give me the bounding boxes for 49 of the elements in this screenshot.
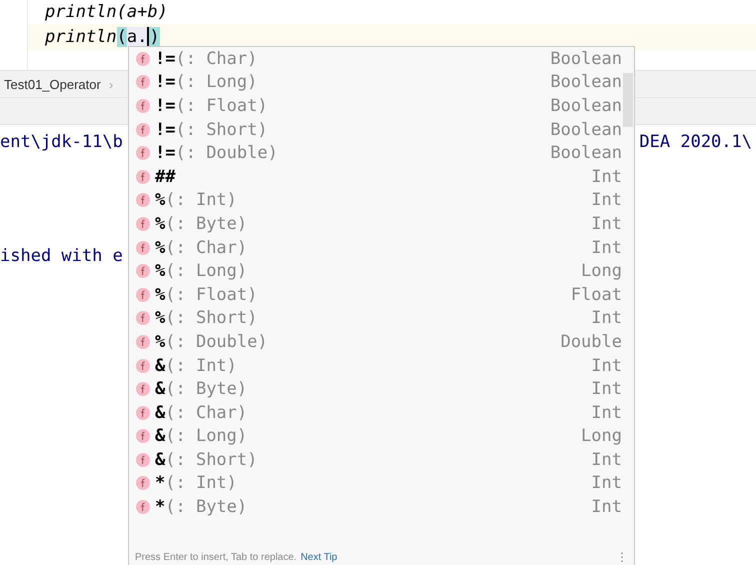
breadcrumb-separator: › (108, 76, 114, 92)
function-icon (136, 382, 150, 396)
completion-item[interactable]: &(: Char) Int (129, 400, 634, 424)
function-icon (136, 452, 150, 467)
function-icon (136, 334, 150, 349)
completion-item[interactable]: %(: Byte) Int (129, 212, 634, 236)
completion-item[interactable]: &(: Long) Long (129, 424, 634, 448)
breadcrumb-item[interactable]: Test01_Operator (4, 76, 101, 92)
console-text: ent\jdk-11\b (0, 131, 123, 154)
function-icon (136, 170, 150, 184)
completion-item[interactable]: %(: Double) Double (129, 330, 634, 354)
completion-item[interactable]: *(: Int) Int (129, 472, 634, 496)
console-text: DEA 2020.1\ (639, 131, 753, 154)
completion-item[interactable]: %(: Char) Int (129, 236, 634, 260)
completion-item[interactable]: !=(: Float) Boolean (129, 94, 634, 118)
function-icon (136, 311, 150, 326)
function-icon (136, 476, 150, 490)
completion-item[interactable]: &(: Int) Int (129, 354, 634, 378)
function-icon (136, 216, 150, 231)
function-icon (136, 358, 150, 373)
code-line: println(a+b) (44, 1, 169, 24)
completion-item[interactable]: &(: Short) Int (129, 448, 634, 472)
scrollbar-thumb[interactable] (623, 73, 633, 127)
function-icon (136, 122, 150, 137)
completion-item[interactable]: &(: Byte) Int (129, 377, 634, 401)
completion-item[interactable]: %(: Float) Float (129, 282, 634, 307)
completion-item[interactable]: !=(: Long) Boolean (129, 70, 634, 94)
function-icon (136, 429, 150, 444)
completion-item[interactable]: %(: Long) Long (129, 259, 634, 283)
console-text: ished with e (0, 245, 124, 268)
function-icon (136, 288, 150, 302)
function-icon (136, 146, 150, 160)
completion-item[interactable]: !=(: Char) Boolean (129, 47, 634, 71)
function-icon (136, 98, 150, 113)
completion-item[interactable]: !=(: Short) Boolean (129, 118, 634, 142)
hint-text: Press Enter to insert, Tab to replace. (135, 552, 297, 562)
completion-item[interactable]: %(: Short) Int (129, 306, 634, 330)
function-icon (136, 52, 150, 66)
function-icon (136, 264, 150, 278)
next-tip-link[interactable]: Next Tip (300, 552, 338, 562)
function-icon (136, 406, 150, 420)
completion-item[interactable]: !=(: Double) Boolean (129, 141, 634, 165)
function-icon (136, 193, 150, 208)
completion-item[interactable]: ## Int (129, 164, 634, 189)
completion-item[interactable]: *(: Byte) Int (129, 495, 634, 519)
function-icon (136, 75, 150, 90)
function-icon (136, 500, 150, 514)
completion-item[interactable]: %(: Int) Int (129, 188, 634, 212)
function-icon (136, 240, 150, 255)
